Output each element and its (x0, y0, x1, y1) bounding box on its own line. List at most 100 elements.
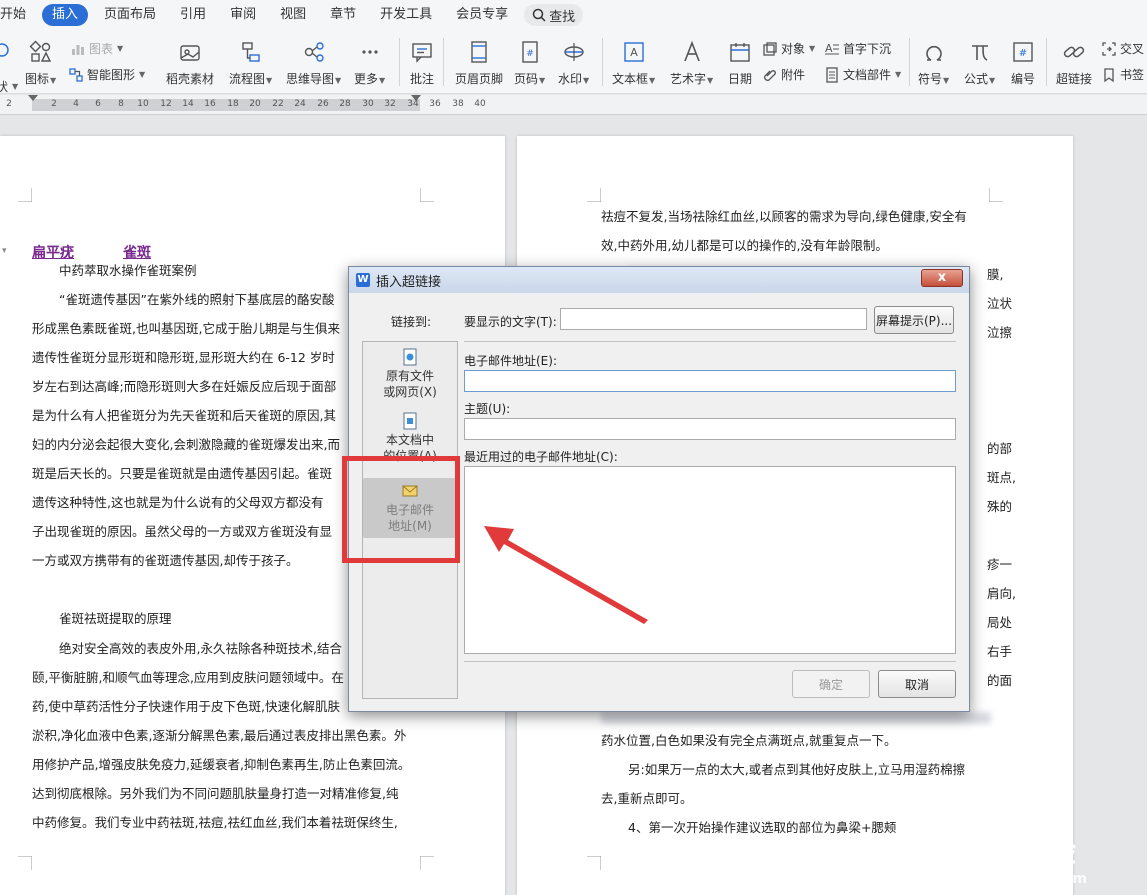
wordart-button[interactable]: 艺术字▼ (670, 40, 713, 87)
watermark-button[interactable]: 水印▼ (558, 40, 589, 87)
dialog-divider (464, 341, 956, 342)
menu-developer[interactable]: 开发工具 (368, 4, 444, 26)
bookmark-button[interactable]: 书签 (1101, 66, 1144, 83)
text-fragment: 的部 (987, 441, 1013, 456)
nav-this-document-line1: 本文档中 (385, 433, 434, 447)
email-address-input[interactable] (464, 370, 956, 392)
nav-existing-file[interactable]: 原有文件 或网页(X) (363, 348, 457, 404)
cancel-label: 取消 (904, 677, 929, 692)
attachment-button[interactable]: 附件 (762, 66, 805, 83)
date-button[interactable]: 日期 (728, 40, 752, 87)
text-line: 淤积,净化血液中色素,逐渐分解黑色素,最后通过表皮排出黑色素。外 (32, 728, 407, 743)
text-line: 颐,平衡脏腑,和顺气血等理念,应用到皮肤问题领域中。在 (32, 670, 344, 685)
hyperlink-button[interactable]: 超链接 (1056, 40, 1092, 87)
header-footer-icon (467, 40, 491, 64)
smart-shape-button[interactable]: 智能图形 ▼ (68, 66, 145, 83)
doc-parts-label: 文档部件 (843, 68, 892, 82)
comment-button[interactable]: 批注 (410, 40, 434, 87)
horizontal-ruler[interactable]: 2 2 4 6 8 10 12 14 16 18 20 22 24 26 28 … (0, 95, 1147, 115)
subject-input[interactable] (464, 418, 956, 440)
margin-corner-mark (989, 188, 1003, 202)
web-page-icon (403, 348, 417, 366)
textbox-button[interactable]: A 文本框▼ (612, 40, 655, 87)
menu-start[interactable]: 开始 (0, 4, 38, 26)
subject-label: 主题(U): (464, 402, 511, 416)
ruler-label: 28 (339, 99, 351, 109)
search-icon (532, 8, 546, 22)
menu-view[interactable]: 视图 (268, 4, 318, 26)
text-line: 4、第一次开始操作建议选取的部位为鼻梁+腮颊 (628, 820, 897, 835)
close-icon: x (937, 270, 947, 285)
doc-parts-button[interactable]: 文档部件 ▼ (824, 66, 901, 83)
symbol-button[interactable]: 符号▼ (918, 40, 949, 87)
ribbon-separator (602, 38, 603, 86)
display-text-input[interactable] (560, 308, 867, 330)
ruler-label: 14 (182, 99, 194, 109)
blurred-text (601, 712, 991, 724)
more-label: 更多 (354, 72, 379, 86)
text-fragment: 殊的 (987, 499, 1013, 514)
paperclip-icon (764, 69, 776, 81)
text-line: 中药萃取水操作雀斑案例 (59, 263, 197, 278)
search-button[interactable]: 查找 (524, 4, 584, 26)
text-line: 达到彻底根除。另外我们为不同问题肌肤量身打造一对精准修复,纯 (32, 786, 399, 801)
text-line: 是为什么有人把雀斑分为先天雀斑和后天雀斑的原因,其 (32, 408, 336, 423)
ruler-label: 24 (294, 99, 306, 109)
screen-tip-button[interactable]: 屏幕提示(P)... (874, 306, 954, 334)
mindmap-button[interactable]: 思维导图▼ (286, 40, 341, 87)
omega-icon (922, 40, 946, 64)
margin-corner-mark (420, 856, 434, 870)
drop-cap-button[interactable]: A 首字下沉 (824, 40, 891, 57)
menu-references[interactable]: 引用 (168, 4, 218, 26)
menu-section[interactable]: 章节 (318, 4, 368, 26)
ruler-label: 38 (452, 99, 464, 109)
chart-icon (72, 44, 84, 55)
text-line: 妇的内分泌会起很大变化,会刺激隐藏的雀斑爆发出来,而 (32, 437, 340, 452)
nav-existing-file-line2: 或网页(X) (383, 385, 437, 399)
text-fragment: 疹一 (987, 557, 1013, 572)
chart-button[interactable]: 图表 ▼ (70, 40, 123, 57)
ok-button[interactable]: 确定 (792, 670, 870, 698)
indent-marker-left[interactable] (28, 95, 38, 101)
numbering-button[interactable]: # 编号 (1011, 40, 1035, 87)
ok-label: 确定 (818, 677, 843, 692)
link-to-label: 链接到: (391, 315, 432, 329)
text-line: 一方或双方携带有的雀斑遗传基因,却传于孩子。 (32, 553, 299, 568)
comment-label: 批注 (410, 72, 435, 86)
numbering-label: 编号 (1011, 72, 1036, 86)
page-number-button[interactable]: # 页码▼ (514, 40, 545, 87)
icon-button[interactable]: 图标▼ (25, 40, 56, 87)
menu-insert[interactable]: 插入 (42, 4, 89, 26)
baidu-jingyan-watermark: Bai 经验 jingyan.baidu.com (941, 827, 1087, 887)
shape-button[interactable]: 状 ▼ (0, 78, 18, 95)
ruler-label: 16 (204, 99, 216, 109)
menu-review[interactable]: 审阅 (218, 4, 268, 26)
dialog-titlebar[interactable]: W 插入超链接 x (349, 267, 969, 293)
text-line: 药,使中草药活性分子快速作用于皮下色斑,快速化解肌肤 (32, 699, 340, 714)
formula-button[interactable]: 公式▼ (964, 40, 995, 87)
close-button[interactable]: x (921, 269, 963, 287)
menu-bar: 开始 插入 页面布局 引用 审阅 视图 章节 开发工具 会员专享 查找 (0, 0, 1147, 30)
wordart-label: 艺术字 (670, 72, 707, 86)
cross-ref-label: 交叉 (1120, 42, 1145, 56)
more-button[interactable]: 更多▼ (354, 40, 385, 87)
header-footer-button[interactable]: 页眉页脚 (455, 40, 503, 87)
cancel-button[interactable]: 取消 (878, 670, 956, 698)
margin-corner-mark (587, 856, 601, 870)
text-line: 去,重新点即可。 (601, 791, 693, 806)
cross-ref-button[interactable]: 交叉 (1101, 40, 1144, 57)
menu-member[interactable]: 会员专享 (444, 4, 520, 26)
page-number-label: 页码 (514, 72, 539, 86)
object-icon (763, 41, 777, 56)
object-button[interactable]: 对象 ▼ (762, 40, 815, 57)
more-icon (358, 40, 382, 64)
date-label: 日期 (728, 72, 753, 86)
text-line: 遗传这种特性,这也就是为什么说有的父母双方都没有 (32, 495, 324, 510)
daoke-button[interactable]: 稻壳素材 (166, 40, 214, 87)
hyperlink-label: 超链接 (1056, 72, 1093, 86)
calendar-icon (728, 40, 752, 64)
text-fragment: 泣擦 (987, 325, 1013, 340)
menu-page-layout[interactable]: 页面布局 (92, 4, 168, 26)
screen-tip-label: 屏幕提示(P)... (875, 313, 953, 328)
flowchart-button[interactable]: 流程图▼ (229, 40, 272, 87)
